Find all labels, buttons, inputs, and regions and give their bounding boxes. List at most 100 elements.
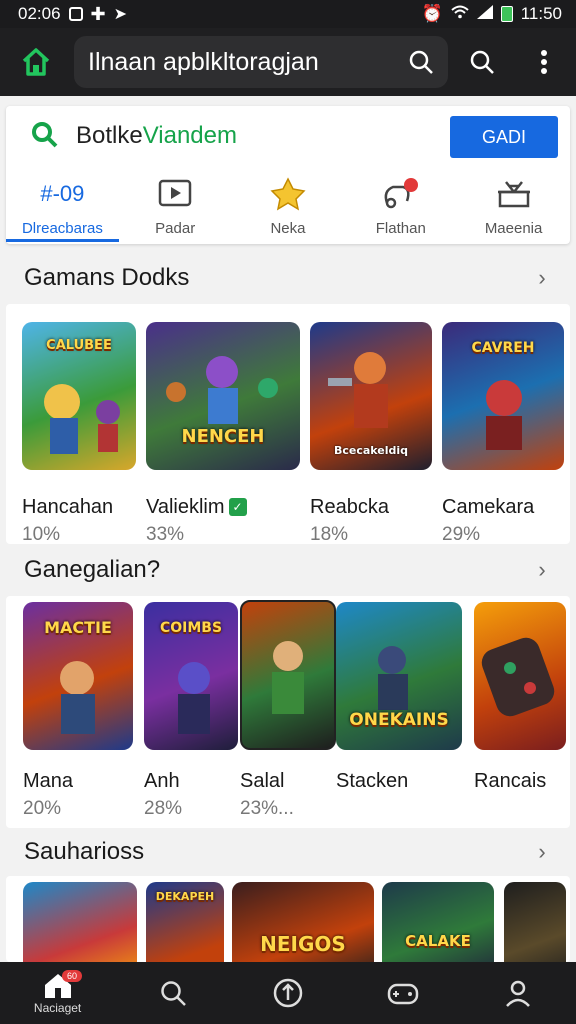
game-name: Salal [240, 770, 285, 792]
game-thumbnail[interactable] [23, 882, 137, 962]
nav-profile[interactable] [461, 962, 576, 1024]
game-percent: 28% [144, 798, 183, 819]
thumbnail-title: Bcecakeldiq [333, 444, 409, 457]
game-card[interactable]: COIMBS Anh 28% [144, 602, 240, 822]
search-field[interactable]: Ilnaan apblkltoragjan [74, 36, 448, 88]
game-card[interactable]: CAVREH Camekara 29% [442, 322, 566, 545]
alarm-icon: ⏰ [421, 4, 443, 23]
game-percent: 33% [146, 524, 185, 545]
nav-games[interactable] [346, 962, 461, 1024]
tab-neka[interactable]: Neka [232, 176, 345, 242]
game-name: Hancahan [22, 496, 114, 518]
game-thumbnail[interactable]: CAVREH [442, 322, 564, 470]
game-card[interactable]: MACTIE Mana 20% [23, 602, 135, 822]
thumbnail-title: MACTIE [44, 618, 112, 637]
game-card[interactable]: NEIGOS [232, 882, 374, 962]
game-percent: 23%... [240, 798, 294, 819]
account-header: BotlkeViandem GADI [6, 106, 570, 166]
status-clock: 11:50 [520, 4, 562, 23]
thumbnail-title: ONEKAINS [349, 710, 449, 730]
home-button[interactable] [14, 40, 58, 84]
game-thumbnail[interactable]: COIMBS [144, 602, 238, 750]
tab-label: Neka [270, 220, 306, 237]
gamepad-icon [384, 178, 418, 209]
chevron-right-icon[interactable]: › [532, 265, 552, 290]
tab-label: Padar [155, 220, 196, 237]
thumbnail-title: CALUBEE [46, 338, 112, 353]
search-icon [470, 50, 494, 74]
wifi-icon [451, 4, 469, 24]
account-title: BotlkeViandem [76, 122, 237, 150]
game-thumbnail[interactable]: CALUBEE [22, 322, 136, 470]
thumbnail-title: CAVREH [471, 340, 535, 356]
home-icon [22, 48, 50, 76]
game-thumbnail[interactable]: Bcecakeldiq [310, 322, 432, 470]
game-card[interactable] [504, 882, 566, 962]
notification-badge: 60 [62, 970, 83, 982]
account-title-part1: Botlke [76, 122, 143, 149]
games-row-1: CALUBEE Hancahan 10% NENCEH Valieklim ✓ 3… [6, 304, 570, 545]
search-input[interactable]: Ilnaan apblkltoragjan [88, 48, 408, 77]
tab-maeenia[interactable]: Maeenia [457, 176, 570, 242]
game-name: Stacken [336, 770, 409, 792]
game-card[interactable]: Rancais [474, 602, 566, 822]
game-thumbnail[interactable]: NEIGOS [232, 882, 374, 962]
game-card[interactable] [23, 882, 137, 962]
game-thumbnail[interactable]: MACTIE [23, 602, 133, 750]
notification-icon [68, 7, 83, 21]
nav-search[interactable] [115, 962, 230, 1024]
chevron-right-icon[interactable]: › [532, 557, 552, 582]
upload-circle-icon [273, 978, 303, 1008]
game-card[interactable]: CALAKE [382, 882, 494, 962]
section-header[interactable]: Ganegalian? › [0, 550, 576, 590]
game-percent: 18% [310, 524, 349, 545]
status-time: 02:06 [18, 4, 61, 23]
game-thumbnail[interactable]: DEKAPEH [146, 882, 224, 962]
game-thumbnail[interactable]: NENCEH [146, 322, 300, 470]
game-card[interactable]: NENCEH Valieklim ✓ 33% [146, 322, 302, 545]
tab-label: Flathan [375, 220, 426, 237]
game-card[interactable]: Salal 23%... [240, 600, 336, 822]
game-thumbnail[interactable] [240, 600, 336, 750]
category-tabs: #-09 Dlreacbaras Padar Neka Flathan Maee… [6, 176, 570, 242]
search-icon[interactable] [408, 49, 434, 75]
more-vertical-icon [541, 50, 547, 74]
add-icon: ✚ [90, 3, 106, 24]
game-thumbnail[interactable]: CALAKE [382, 882, 494, 962]
tab-flathan[interactable]: Flathan [344, 176, 457, 242]
gamepad-icon [387, 983, 419, 1005]
game-thumbnail[interactable] [474, 602, 566, 750]
nav-home[interactable]: 60 Naciaget [0, 962, 115, 1024]
more-options-button[interactable] [524, 42, 564, 82]
section-title: Ganegalian? [24, 556, 161, 583]
game-card[interactable]: ONEKAINS Stacken [336, 602, 462, 822]
game-card[interactable]: CALUBEE Hancahan 10% [22, 322, 138, 545]
tab-dlreacbaras[interactable]: #-09 Dlreacbaras [6, 176, 119, 242]
game-thumbnail[interactable]: ONEKAINS [336, 602, 462, 750]
thumbnail-title: NENCEH [181, 426, 265, 447]
games-row-3: DEKAPEH NEIGOS CALAKE [6, 876, 570, 962]
tab-label: Maeenia [484, 220, 543, 237]
thumbnail-title: NEIGOS [260, 932, 346, 956]
section-header[interactable]: Gamans Dodks › [0, 258, 576, 298]
section-title: Sauharioss [24, 838, 145, 865]
get-button[interactable]: GADI [450, 116, 558, 158]
chevron-right-icon[interactable]: › [532, 839, 552, 864]
game-percent: 29% [442, 524, 481, 545]
thumbnail-title: DEKAPEH [155, 890, 215, 903]
game-thumbnail[interactable] [504, 882, 566, 962]
section-header[interactable]: Sauharioss › [0, 832, 576, 872]
tab-label: Dlreacbaras [21, 220, 103, 237]
brand-logo-icon [32, 122, 58, 148]
send-icon: ➤ [113, 6, 128, 23]
tab-padar[interactable]: Padar [119, 176, 232, 242]
game-card[interactable]: DEKAPEH [146, 882, 224, 962]
game-name: Camekara [442, 496, 535, 518]
game-name: Reabcka [310, 496, 389, 518]
verified-badge-icon: ✓ [228, 498, 247, 516]
top-app-bar: Ilnaan apblkltoragjan [0, 28, 576, 96]
game-name: Mana [23, 770, 74, 792]
nav-updates[interactable] [230, 962, 345, 1024]
search-button[interactable] [462, 42, 502, 82]
game-card[interactable]: Bcecakeldiq Reabcka 18% [310, 322, 434, 545]
